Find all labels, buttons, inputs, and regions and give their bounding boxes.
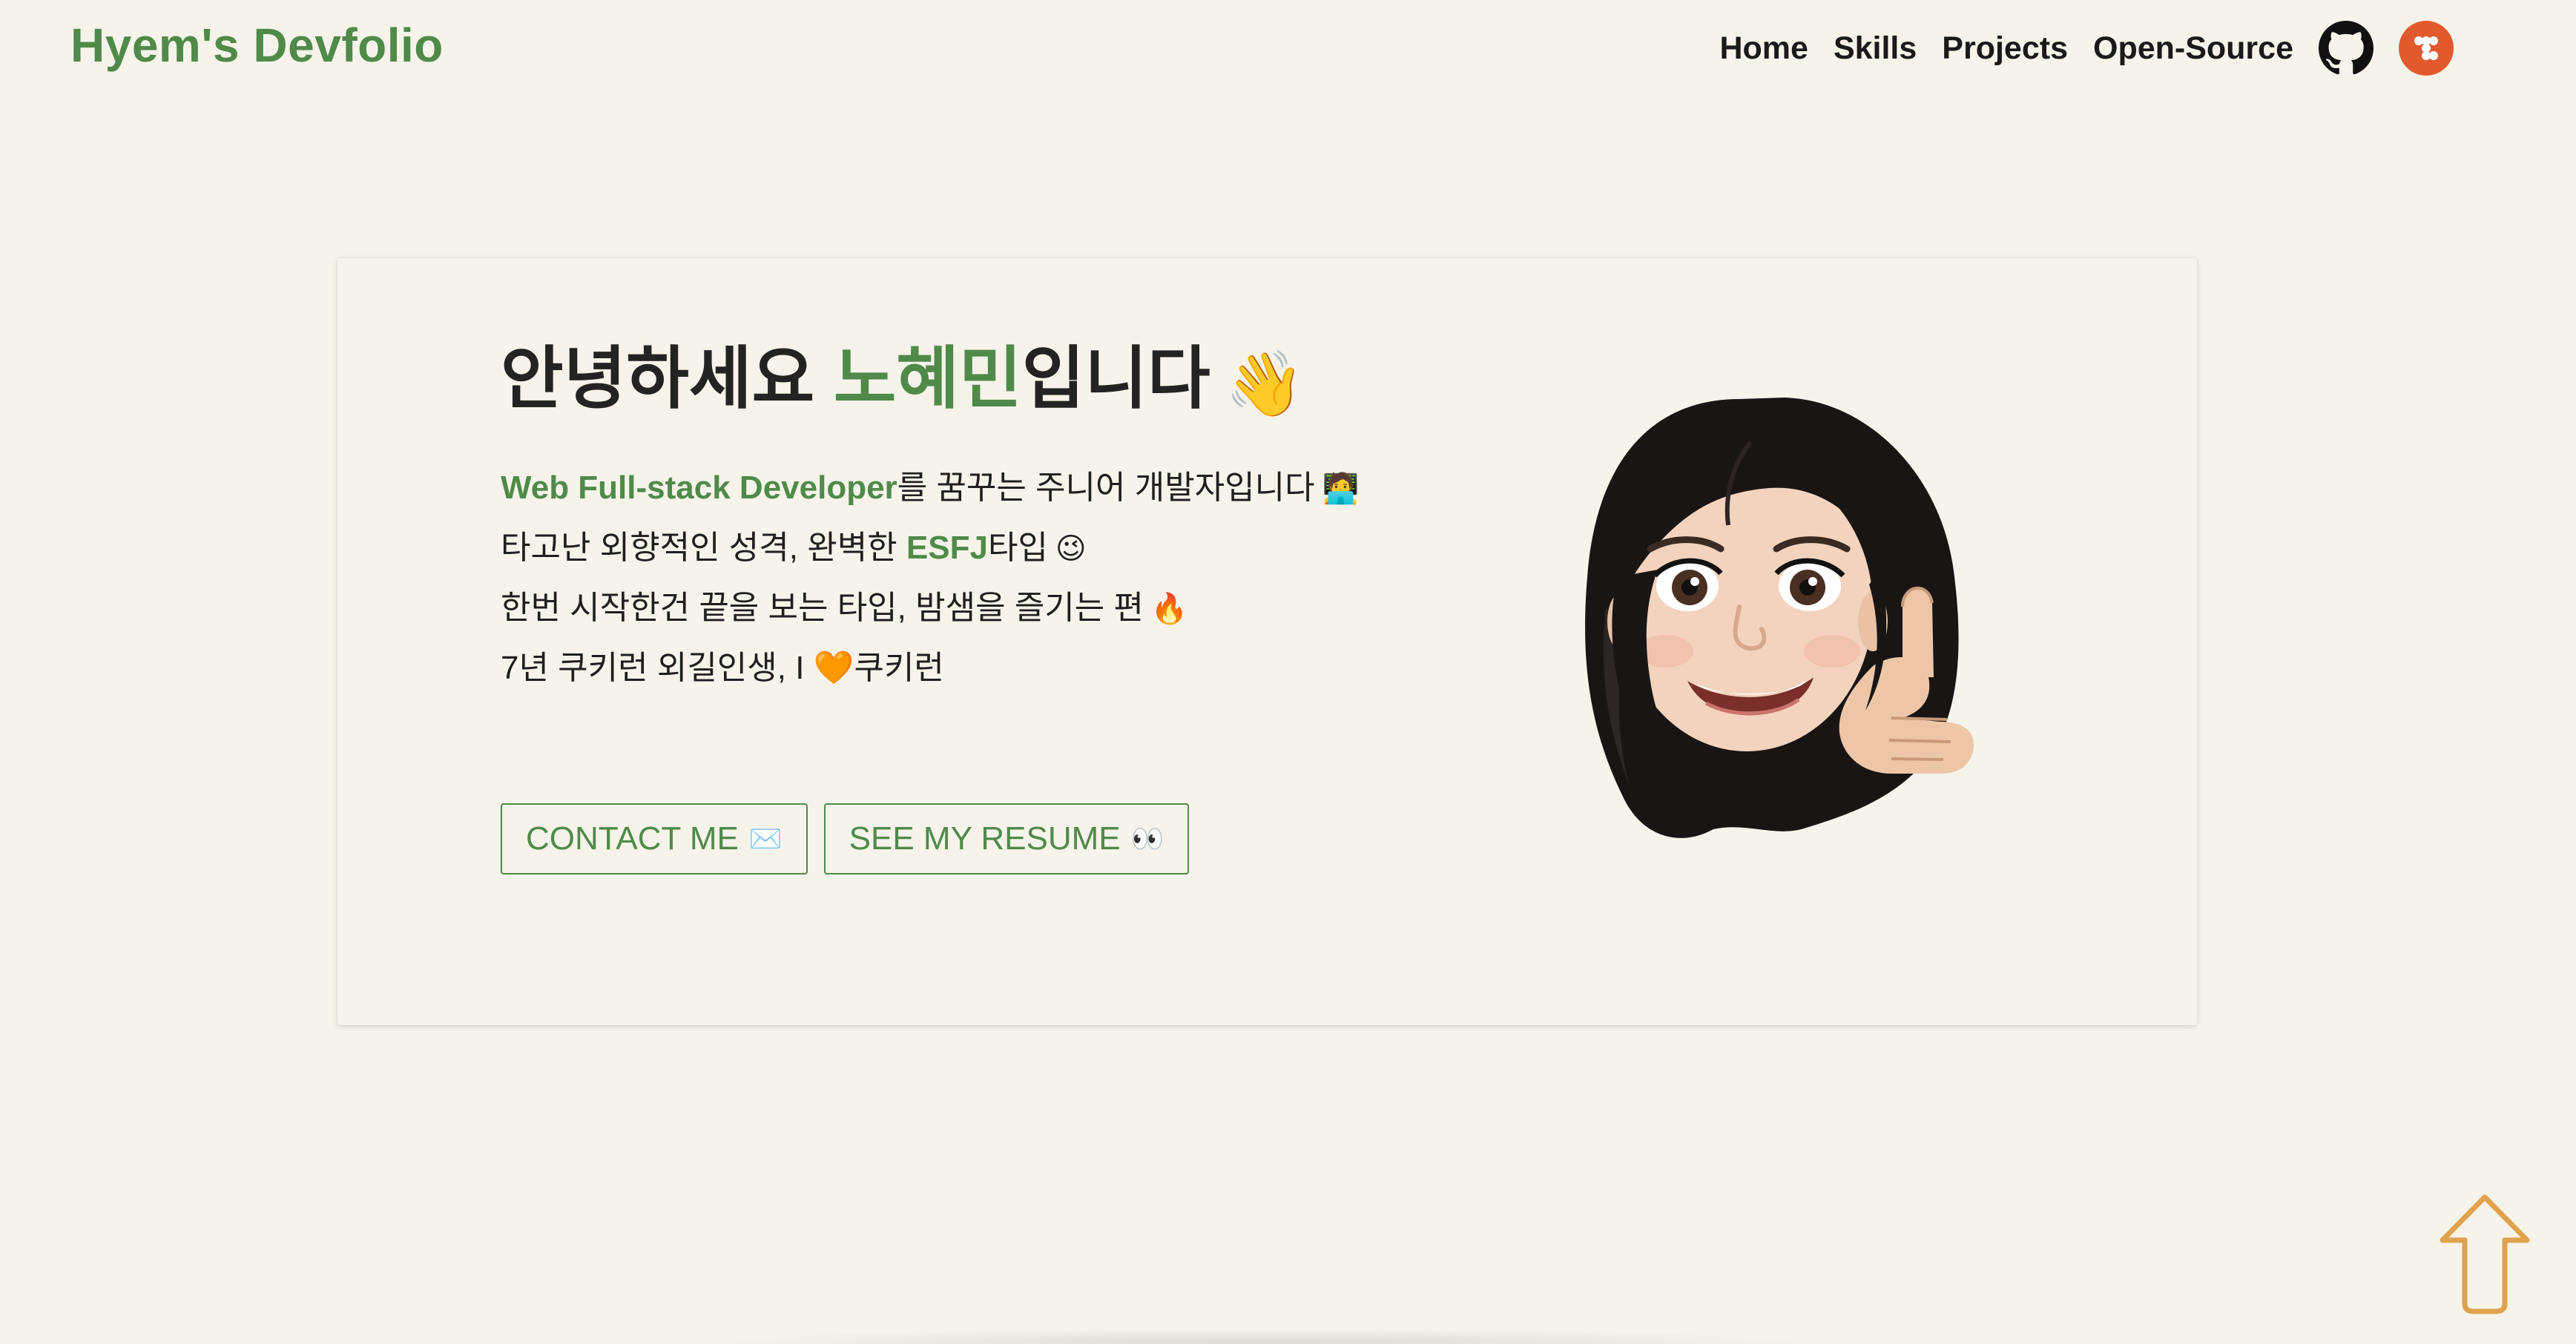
technologist-icon: 🧑‍💻 (1322, 472, 1360, 505)
intro-lines: Web Full-stack Developer를 꿈꾸는 주니어 개발자입니다… (501, 458, 1359, 698)
intro-line-3: 한번 시작한건 끝을 보는 타입, 밤샘을 즐기는 편 🔥 (501, 590, 1188, 626)
intro-line-1: Web Full-stack Developer를 꿈꾸는 주니어 개발자입니다… (501, 470, 1360, 506)
fire-icon: 🔥 (1150, 593, 1188, 625)
waving-hand-icon: 👋 (1225, 349, 1305, 421)
intro-line-2: 타고난 외향적인 성격, 완벽한 ESFJ타입 😉 (501, 530, 1087, 566)
greeting-title: 안녕하세요 노혜민입니다 👋 (501, 341, 1305, 421)
see-resume-button[interactable]: SEE MY RESUME 👀 (823, 803, 1190, 874)
eyes-icon: 👀 (1130, 823, 1165, 854)
heart-icon: 🧡 (813, 650, 854, 686)
cta-buttons: CONTACT ME ✉️ SEE MY RESUME 👀 (501, 803, 1190, 874)
github-icon[interactable] (2319, 21, 2374, 76)
intro-card: 안녕하세요 노혜민입니다 👋 Web Full-stack Developer를 … (337, 258, 2197, 1025)
memoji-avatar (1585, 398, 1974, 838)
wink-icon: 😉 (1055, 533, 1087, 565)
main-nav: Home Skills Projects Open-Source (1719, 21, 2454, 76)
intro-line-4: 7년 쿠키런 외길인생, I 🧡쿠키런 (501, 650, 944, 686)
page: Hyem's Devfolio Home Skills Projects Ope… (0, 0, 2576, 1344)
nav-home[interactable]: Home (1719, 30, 1808, 67)
nav-skills[interactable]: Skills (1834, 30, 1917, 67)
brand-logo[interactable]: Hyem's Devfolio (70, 18, 444, 73)
scroll-to-top-arrow-icon[interactable] (2437, 1193, 2533, 1314)
nav-projects[interactable]: Projects (1942, 30, 2068, 67)
envelope-icon: ✉️ (748, 823, 783, 854)
name-highlight: 노혜민 (833, 341, 1022, 417)
next-section-shadow (712, 1328, 1810, 1344)
tistory-icon[interactable] (2399, 21, 2454, 76)
nav-open-source[interactable]: Open-Source (2093, 30, 2293, 67)
contact-me-button[interactable]: CONTACT ME ✉️ (501, 803, 808, 874)
